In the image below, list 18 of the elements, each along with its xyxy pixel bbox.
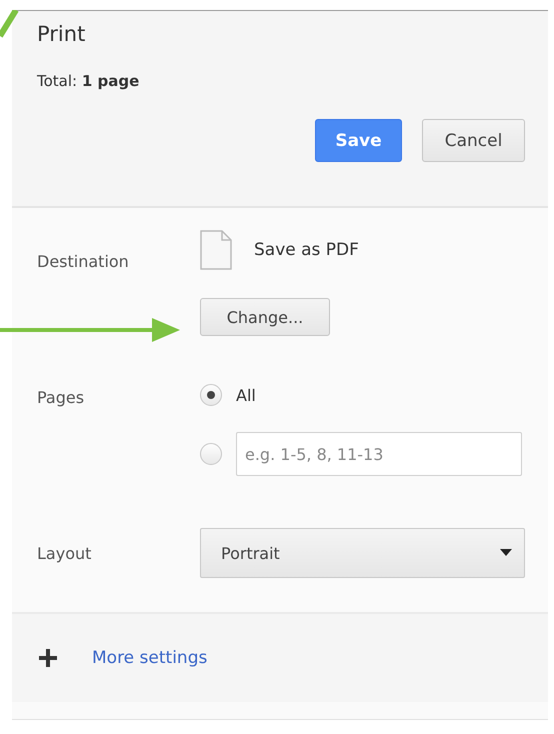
destination-name: Save as PDF — [254, 240, 359, 260]
total-pages: Total: 1 page — [37, 72, 140, 90]
document-icon — [200, 230, 232, 270]
page-range-field[interactable]: e.g. 1-5, 8, 11-13 — [236, 432, 522, 476]
destination-label: Destination — [37, 252, 129, 271]
radio-button[interactable] — [200, 384, 222, 406]
radio-button[interactable] — [200, 443, 222, 465]
caret-icon — [500, 549, 512, 557]
change-button[interactable]: Change... — [200, 298, 330, 336]
radio-label: All — [236, 386, 256, 404]
more-settings-link[interactable]: More settings — [92, 648, 208, 668]
cancel-button[interactable]: Cancel — [422, 119, 525, 162]
layout-dropdown[interactable]: Portrait — [200, 528, 525, 578]
layout-label: Layout — [37, 544, 92, 562]
annotation-line — [0, 10, 20, 40]
dialog-title: Print — [37, 22, 86, 46]
pages-label: Pages — [37, 388, 84, 407]
plus-icon[interactable] — [38, 648, 58, 668]
